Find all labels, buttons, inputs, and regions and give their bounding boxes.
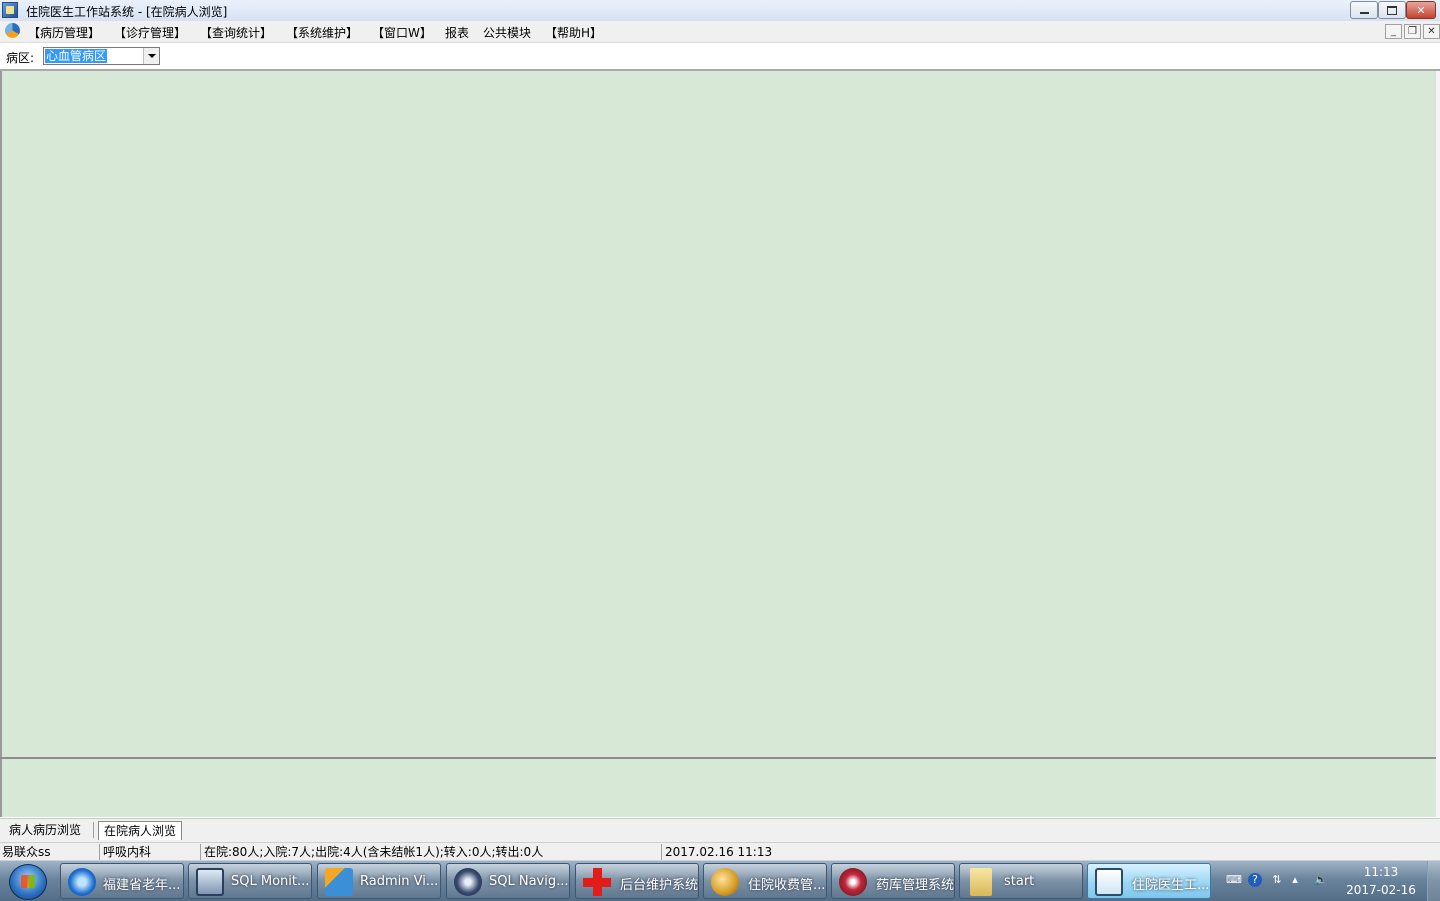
taskbar-button-radmin[interactable]: Radmin Vi...	[317, 863, 441, 899]
window-title: 住院医生工作站系统 - [在院病人浏览]	[26, 5, 228, 19]
window-controls: ✕	[1350, 1, 1436, 19]
mdi-restore-button[interactable]: ❐	[1404, 24, 1421, 39]
clock-time[interactable]: 11:13	[1343, 865, 1419, 879]
mdi-close-button[interactable]: ✕	[1423, 24, 1440, 39]
minimize-button[interactable]	[1350, 1, 1378, 19]
ward-label: 病区:	[6, 51, 35, 65]
taskbar-label: 药库管理系统	[876, 878, 955, 893]
taskbar-label: 福建省老年...	[103, 878, 181, 893]
sql-navigator-icon	[454, 868, 482, 896]
status-bar: 易联众ss 呼吸内科 在院:80人;入院:7人;出院:4人(含未结帐1人);转入…	[0, 842, 1440, 861]
taskbar-button-pharmacy[interactable]: 药库管理系统	[831, 863, 955, 899]
restore-icon	[1387, 5, 1397, 15]
taskbar-label: 住院收费管...	[748, 878, 826, 893]
tab-inpatient-browse[interactable]: 在院病人浏览	[98, 821, 183, 840]
taskbar-label: start	[1004, 874, 1035, 889]
menu-reports[interactable]: 报表	[445, 24, 469, 41]
menu-bar: 【病历管理】 【诊疗管理】 【查询统计】 【系统维护】 【窗口W】 报表 公共模…	[0, 21, 1440, 43]
sql-monitor-icon	[196, 868, 224, 896]
taskbar-label: 住院医生工...	[1132, 878, 1210, 893]
right-edge	[1436, 71, 1440, 817]
taskbar-button-sql-monitor[interactable]: SQL Monit...	[188, 863, 312, 899]
clock-date[interactable]: 2017-02-16	[1343, 883, 1419, 897]
taskbar-label: SQL Navig...	[489, 874, 569, 889]
menu-window[interactable]: 【窗口W】	[372, 24, 432, 41]
volume-icon[interactable]: 🔈	[1314, 873, 1328, 887]
app-icon[interactable]	[2, 2, 18, 18]
ward-toolbar: 病区: 心血管病区	[0, 43, 1440, 71]
menu-help[interactable]: 【帮助H】	[545, 24, 602, 41]
ward-select[interactable]: 心血管病区	[43, 47, 160, 65]
mdi-controls: _ ❐ ✕	[1383, 24, 1440, 39]
pharmacy-icon	[839, 868, 867, 896]
menu-system-maintenance[interactable]: 【系统维护】	[286, 24, 358, 41]
taskbar-label: Radmin Vi...	[360, 874, 439, 889]
keyboard-icon[interactable]: ⌨	[1226, 873, 1242, 887]
patient-browse-area[interactable]	[0, 71, 1436, 757]
taskbar-button-backend-maintenance[interactable]: 后台维护系统	[575, 863, 699, 899]
taskbar-button-doctor-workstation[interactable]: 住院医生工...	[1087, 863, 1211, 899]
network-icon[interactable]: ⇅	[1270, 873, 1284, 887]
taskbar-label: SQL Monit...	[231, 874, 310, 889]
help-icon[interactable]: ?	[1248, 873, 1262, 887]
minimize-icon	[1359, 12, 1369, 14]
taskbar-button-sql-navigator[interactable]: SQL Navig...	[446, 863, 570, 899]
close-button[interactable]: ✕	[1406, 1, 1436, 19]
taskbar-button-inpatient-billing[interactable]: 住院收费管...	[703, 863, 827, 899]
detail-area[interactable]	[0, 759, 1436, 817]
taskbar: 福建省老年... SQL Monit... Radmin Vi... SQL N…	[0, 860, 1440, 901]
menu-medical-records[interactable]: 【病历管理】	[28, 24, 100, 41]
ie-icon	[68, 868, 96, 896]
tab-patient-records[interactable]: 病人病历浏览	[4, 821, 86, 839]
window-tab-bar: 病人病历浏览 在院病人浏览	[0, 818, 1440, 842]
status-summary: 在院:80人;入院:7人;出院:4人(含未结帐1人);转入:0人;转出:0人	[202, 844, 662, 860]
menu-query-statistics[interactable]: 【查询统计】	[200, 24, 272, 41]
status-datetime: 2017.02.16 11:13	[665, 845, 773, 859]
mdi-child-icon[interactable]	[5, 23, 20, 38]
start-button[interactable]	[9, 864, 47, 900]
radmin-icon	[325, 868, 353, 896]
ward-selected-value[interactable]: 心血管病区	[45, 49, 108, 63]
title-bar: 住院医生工作站系统 - [在院病人浏览] ✕	[0, 0, 1440, 22]
billing-icon	[711, 868, 739, 896]
folder-icon	[970, 868, 992, 896]
show-hidden-icons-icon[interactable]: ▴	[1288, 873, 1302, 887]
menu-public-modules[interactable]: 公共模块	[483, 24, 531, 41]
doctor-workstation-icon	[1095, 868, 1123, 896]
mdi-minimize-button[interactable]: _	[1385, 24, 1402, 39]
close-icon: ✕	[1416, 3, 1426, 17]
menu-diagnosis-treatment[interactable]: 【诊疗管理】	[114, 24, 186, 41]
red-cross-icon	[583, 868, 611, 896]
taskbar-label: 后台维护系统	[620, 878, 699, 893]
status-user: 易联众ss	[0, 844, 100, 860]
tab-divider	[93, 822, 94, 838]
restore-button[interactable]	[1378, 1, 1406, 19]
status-department: 呼吸内科	[101, 844, 201, 860]
taskbar-button-start-folder[interactable]: start	[959, 863, 1083, 899]
show-desktop-button[interactable]	[1427, 861, 1440, 901]
dropdown-arrow-icon[interactable]	[143, 48, 159, 64]
taskbar-button-ie[interactable]: 福建省老年...	[60, 863, 184, 899]
